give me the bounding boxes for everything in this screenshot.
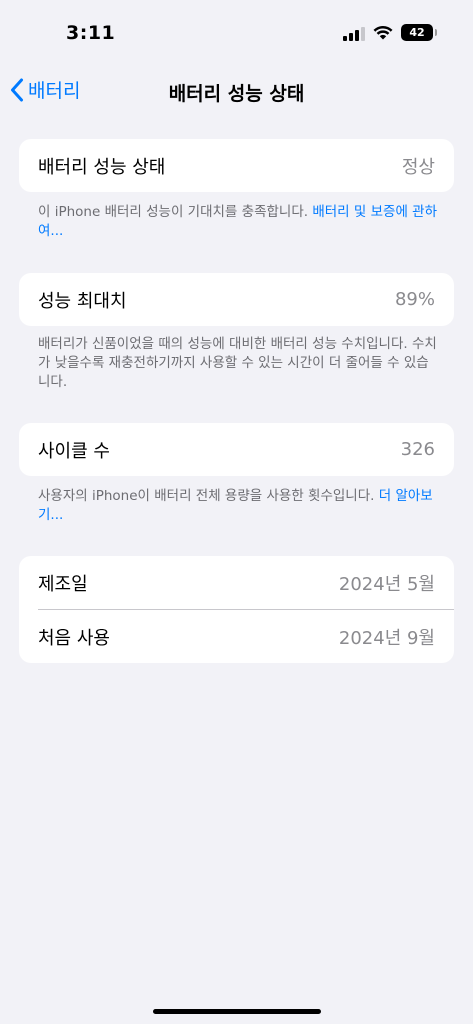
cycle-count-footnote: 사용자의 iPhone이 배터리 전체 용량을 사용한 횟수입니다. 더 알아보… <box>38 487 438 525</box>
cycle-count-label: 사이클 수 <box>38 440 110 462</box>
battery-health-value: 정상 <box>401 156 435 178</box>
cycle-count-row: 사이클 수 326 <box>19 423 454 476</box>
cycle-count-footnote-text: 사용자의 iPhone이 배터리 전체 용량을 사용한 횟수입니다. <box>38 488 375 504</box>
navigation-bar: 배터리 배터리 성능 상태 <box>0 70 473 114</box>
first-use-row: 처음 사용 2024년 9월 <box>19 610 454 663</box>
battery-health-row: 배터리 성능 상태 정상 <box>19 139 454 192</box>
maximum-capacity-label: 성능 최대치 <box>38 290 127 312</box>
wifi-icon <box>373 25 393 40</box>
battery-health-card: 배터리 성능 상태 정상 <box>19 139 454 192</box>
home-indicator[interactable] <box>152 1009 321 1014</box>
page-title: 배터리 성능 상태 <box>168 83 305 105</box>
maximum-capacity-row: 성능 최대치 89% <box>19 273 454 326</box>
cycle-count-card: 사이클 수 326 <box>19 423 454 476</box>
status-bar: 3:11 42 <box>0 0 473 70</box>
battery-health-label: 배터리 성능 상태 <box>38 156 166 178</box>
cycle-count-value: 326 <box>400 439 435 460</box>
manufacture-date-value: 2024년 5월 <box>338 573 435 595</box>
maximum-capacity-footnote: 배터리가 신품이었을 때의 성능에 대비한 배터리 성능 수치입니다. 수치가 … <box>38 336 437 390</box>
battery-health-screen: 3:11 42 배터리 배터리 성능 상태 배터리 성능 상태 정상 이 iPh… <box>0 0 473 1024</box>
first-use-value: 2024년 9월 <box>338 627 435 649</box>
cellular-signal-icon <box>343 25 365 41</box>
dates-card: 제조일 2024년 5월 처음 사용 2024년 9월 <box>19 556 454 663</box>
battery-health-footnote-text: 이 iPhone 배터리 성능이 기대치를 충족합니다. <box>38 204 309 220</box>
battery-icon: 42 <box>401 24 437 41</box>
status-time: 3:11 <box>66 22 116 44</box>
first-use-label: 처음 사용 <box>38 627 110 649</box>
manufacture-date-label: 제조일 <box>38 573 88 595</box>
status-indicators: 42 <box>343 24 437 41</box>
battery-health-footnote: 이 iPhone 배터리 성능이 기대치를 충족합니다. 배터리 및 보증에 관… <box>38 203 438 241</box>
maximum-capacity-value: 89% <box>394 289 435 310</box>
maximum-capacity-card: 성능 최대치 89% <box>19 273 454 326</box>
manufacture-date-row: 제조일 2024년 5월 <box>19 556 454 609</box>
